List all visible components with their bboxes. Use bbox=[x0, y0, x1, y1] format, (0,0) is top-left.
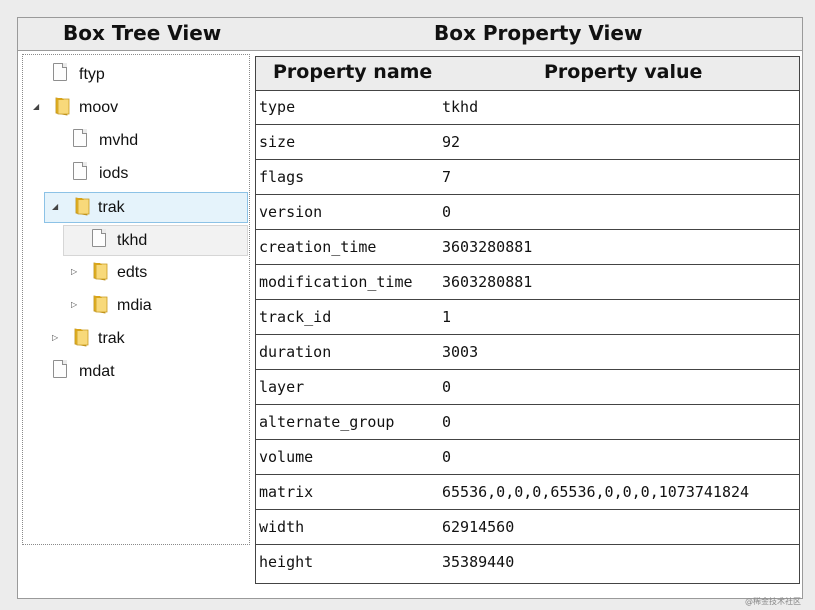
property-name: layer bbox=[259, 378, 305, 396]
property-name: height bbox=[259, 553, 314, 571]
property-value: 3603280881 bbox=[442, 238, 533, 256]
expand-arrow-icon[interactable]: ▷ bbox=[52, 334, 60, 342]
tree-node-iods[interactable]: iods bbox=[63, 159, 213, 190]
property-value: 0 bbox=[442, 413, 452, 431]
property-value: 0 bbox=[442, 203, 452, 221]
tree-node-label: iods bbox=[99, 165, 129, 182]
tree-node-edts[interactable]: ▷ edts bbox=[63, 258, 213, 289]
tree-node-label: trak bbox=[98, 199, 125, 216]
collapse-arrow-icon[interactable]: ◢ bbox=[52, 203, 60, 211]
tree-node-label: mvhd bbox=[99, 132, 139, 149]
property-value: 35389440 bbox=[442, 553, 515, 571]
property-name: track_id bbox=[259, 308, 332, 326]
table-row[interactable]: width 62914560 bbox=[256, 510, 799, 545]
collapse-arrow-icon[interactable]: ◢ bbox=[33, 103, 41, 111]
property-view-title: Box Property View bbox=[434, 21, 643, 45]
table-row[interactable]: type tkhd bbox=[256, 90, 799, 125]
property-name: duration bbox=[259, 343, 332, 361]
tree-node-label: mdia bbox=[117, 297, 152, 314]
property-table: Property name Property value type tkhd si… bbox=[255, 56, 800, 584]
property-name: modification_time bbox=[259, 273, 413, 291]
tree-node-mdat[interactable]: mdat bbox=[43, 357, 193, 388]
table-row[interactable]: duration 3003 bbox=[256, 335, 799, 370]
tree-node-label: ftyp bbox=[79, 66, 105, 83]
tree-node-label: tkhd bbox=[117, 232, 148, 249]
property-value: 92 bbox=[442, 133, 461, 151]
folder-icon bbox=[72, 327, 90, 352]
file-icon bbox=[53, 63, 67, 81]
property-name: width bbox=[259, 518, 305, 536]
table-row[interactable]: layer 0 bbox=[256, 370, 799, 405]
folder-icon bbox=[91, 261, 109, 286]
tree-node-label: trak bbox=[98, 330, 125, 347]
tree-node-trak[interactable]: ▷ trak bbox=[44, 324, 194, 355]
tree-node-ftyp[interactable]: ftyp bbox=[43, 60, 193, 91]
tree-node-moov[interactable]: ◢ moov bbox=[25, 93, 205, 124]
property-value: 62914560 bbox=[442, 518, 515, 536]
property-name: version bbox=[259, 203, 323, 221]
folder-icon bbox=[53, 96, 71, 121]
file-icon bbox=[53, 360, 67, 378]
property-value: 0 bbox=[442, 448, 452, 466]
column-header-name: Property name bbox=[273, 61, 433, 83]
tree-node-mdia[interactable]: ▷ mdia bbox=[63, 291, 213, 322]
property-value: 3003 bbox=[442, 343, 479, 361]
property-name: size bbox=[259, 133, 296, 151]
table-row[interactable]: size 92 bbox=[256, 125, 799, 160]
property-value: 0 bbox=[442, 378, 452, 396]
tree-view-title: Box Tree View bbox=[63, 21, 222, 45]
property-value: 3603280881 bbox=[442, 273, 533, 291]
table-row[interactable]: height 35389440 bbox=[256, 545, 799, 580]
property-value: 7 bbox=[442, 168, 452, 186]
expand-arrow-icon[interactable]: ▷ bbox=[71, 301, 79, 309]
property-name: alternate_group bbox=[259, 413, 395, 431]
table-row[interactable]: volume 0 bbox=[256, 440, 799, 475]
property-value: 65536,0,0,0,65536,0,0,0,1073741824 bbox=[442, 483, 750, 501]
table-row[interactable]: matrix 65536,0,0,0,65536,0,0,0,1073741824 bbox=[256, 475, 799, 510]
app-window: Box Tree View Box Property View ftyp ◢ m… bbox=[17, 17, 803, 599]
tree-node-label: mdat bbox=[79, 363, 115, 380]
header-bar: Box Tree View Box Property View bbox=[18, 18, 802, 51]
tree-node-tkhd[interactable]: tkhd bbox=[63, 225, 248, 256]
folder-icon bbox=[91, 294, 109, 319]
property-name: flags bbox=[259, 168, 305, 186]
table-row[interactable]: modification_time 3603280881 bbox=[256, 265, 799, 300]
tree-node-mvhd[interactable]: mvhd bbox=[63, 126, 213, 157]
table-row[interactable]: version 0 bbox=[256, 195, 799, 230]
property-name: matrix bbox=[259, 483, 314, 501]
expand-arrow-icon[interactable]: ▷ bbox=[71, 268, 79, 276]
file-icon bbox=[92, 229, 106, 247]
tree-node-label: moov bbox=[79, 99, 119, 116]
property-value: 1 bbox=[442, 308, 452, 326]
table-row[interactable]: creation_time 3603280881 bbox=[256, 230, 799, 265]
box-tree[interactable]: ftyp ◢ moov mvhd iods ◢ trak tkhd ▷ edts… bbox=[22, 54, 250, 545]
property-name: creation_time bbox=[259, 238, 377, 256]
property-name: type bbox=[259, 98, 296, 116]
table-row[interactable]: track_id 1 bbox=[256, 300, 799, 335]
tree-node-trak-selected[interactable]: ◢ trak bbox=[44, 192, 248, 223]
table-row[interactable]: flags 7 bbox=[256, 160, 799, 195]
property-table-header: Property name Property value bbox=[256, 57, 799, 91]
tree-node-label: edts bbox=[117, 264, 148, 281]
watermark-text: @稀金技术社区 bbox=[745, 597, 801, 606]
table-row[interactable]: alternate_group 0 bbox=[256, 405, 799, 440]
column-header-value: Property value bbox=[544, 61, 703, 83]
folder-icon bbox=[73, 196, 91, 221]
property-name: volume bbox=[259, 448, 314, 466]
file-icon bbox=[73, 129, 87, 147]
file-icon bbox=[73, 162, 87, 180]
property-value: tkhd bbox=[442, 98, 479, 116]
